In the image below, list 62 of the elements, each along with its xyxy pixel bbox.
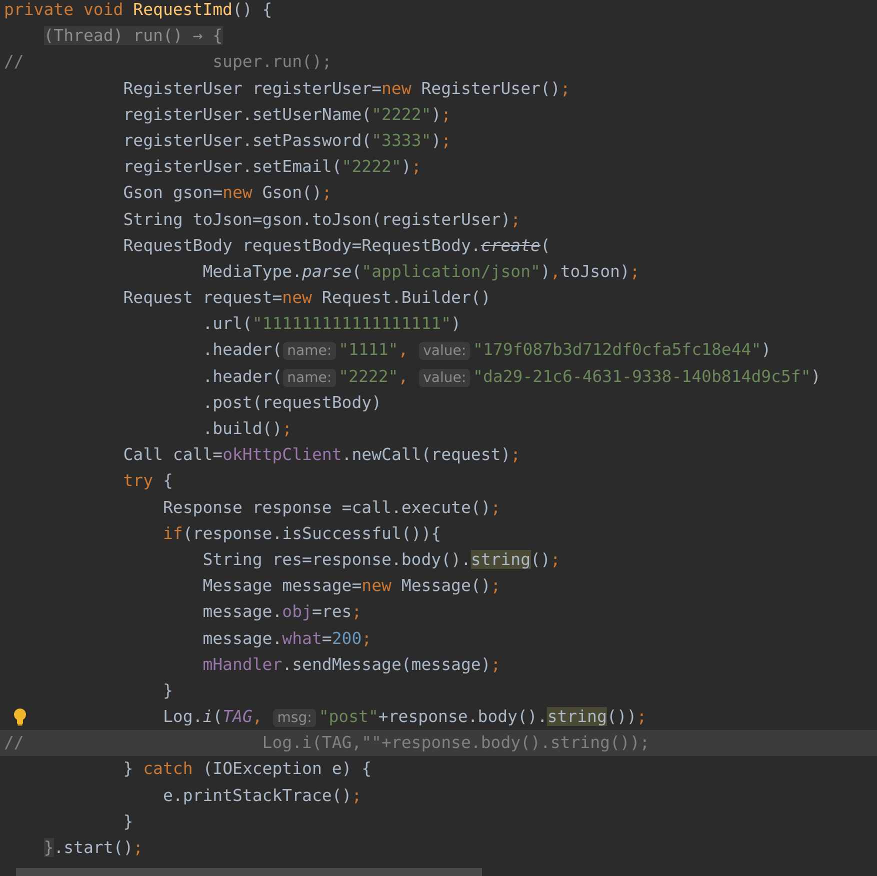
- code-text: ): [761, 340, 772, 360]
- string-literal: "179f087b3d712df0cfa5fc18e44": [473, 340, 762, 360]
- string-literal: "2222": [338, 366, 398, 386]
- parameter-hint: name:: [283, 342, 336, 360]
- code-line: Call call=okHttpClient.newCall(request);: [123, 445, 521, 464]
- code-text: .start(): [54, 838, 134, 857]
- code-line: registerUser.setPassword("3333");: [123, 130, 452, 150]
- code-line: RegisterUser registerUser=new RegisterUser();: [123, 78, 570, 98]
- highlighted-word: string: [470, 550, 531, 569]
- code-text: +response.body().: [378, 707, 548, 726]
- folded-code: (Thread) run() → {: [44, 26, 223, 46]
- code-line: message.obj=res;: [202, 602, 362, 622]
- code-text: Log.: [162, 707, 203, 726]
- keyword: ;: [636, 707, 647, 726]
- code-line: String toJson=gson.toJson(registerUser);: [123, 210, 521, 228]
- code-line: RequestBody requestBody=RequestBody.create(: [123, 236, 550, 255]
- string-literal: "1111": [338, 340, 398, 360]
- code-line: try {: [123, 471, 173, 490]
- code-line: mHandler.sendMessage(message);: [202, 654, 501, 674]
- code-text: ): [810, 366, 821, 386]
- code-line: registerUser.setEmail("2222");: [123, 157, 422, 176]
- string-literal: "da29-21c6-4631-9338-140b814d9c5f": [473, 366, 811, 386]
- code-line: Message message=new Message();: [202, 576, 501, 596]
- folded-code: }: [44, 838, 54, 857]
- lightbulb-icon[interactable]: [13, 708, 27, 726]
- code-line: .build();: [202, 419, 292, 438]
- current-line: // Log.i(TAG,""+response.body().string());: [4, 733, 650, 752]
- code-line: }: [123, 812, 134, 831]
- code-line: .post(requestBody): [202, 392, 382, 412]
- code-line: Gson gson=new Gson();: [123, 183, 332, 202]
- code-line: MediaType.parse("application/json"),toJson);: [202, 262, 640, 281]
- code-line: }: [162, 680, 173, 700]
- method-name: i: [202, 707, 213, 726]
- parameter-hint: name:: [283, 368, 336, 387]
- highlighted-word: string: [547, 707, 607, 726]
- code-line: message.what=200;: [202, 628, 372, 648]
- keyword: ;: [133, 838, 144, 857]
- constant-name: TAG: [222, 707, 252, 726]
- code-line: // super.run();: [4, 52, 332, 72]
- code-text: String res=response.body().: [202, 550, 471, 569]
- keyword: ,: [398, 340, 410, 360]
- code-line: .url("111111111111111111"): [202, 314, 461, 334]
- string-literal: "post": [318, 707, 378, 726]
- keyword: ,: [398, 366, 410, 386]
- code-text: ()): [606, 707, 637, 726]
- parameter-hint: value:: [419, 368, 470, 387]
- parameter-hint: value:: [419, 342, 470, 360]
- code-line: } catch (IOException e) {: [123, 759, 372, 778]
- code-line: registerUser.setUserName("2222");: [123, 104, 452, 124]
- scrollbar[interactable]: [16, 868, 482, 876]
- code-line: if(response.isSuccessful()){: [162, 524, 442, 543]
- code-line: Request request=new Request.Builder(): [123, 288, 491, 308]
- code-text: (: [212, 707, 223, 726]
- code-line: private void RequestImd() {: [4, 0, 272, 19]
- parameter-hint: msg:: [273, 709, 316, 728]
- code-text: (): [530, 550, 550, 569]
- keyword: ,: [252, 707, 264, 726]
- code-line: Response response =call.execute();: [162, 498, 501, 517]
- code-line: e.printStackTrace();: [162, 786, 362, 805]
- code-text: .header(: [202, 340, 282, 360]
- keyword: ;: [550, 550, 560, 569]
- code-text: .header(: [202, 366, 282, 386]
